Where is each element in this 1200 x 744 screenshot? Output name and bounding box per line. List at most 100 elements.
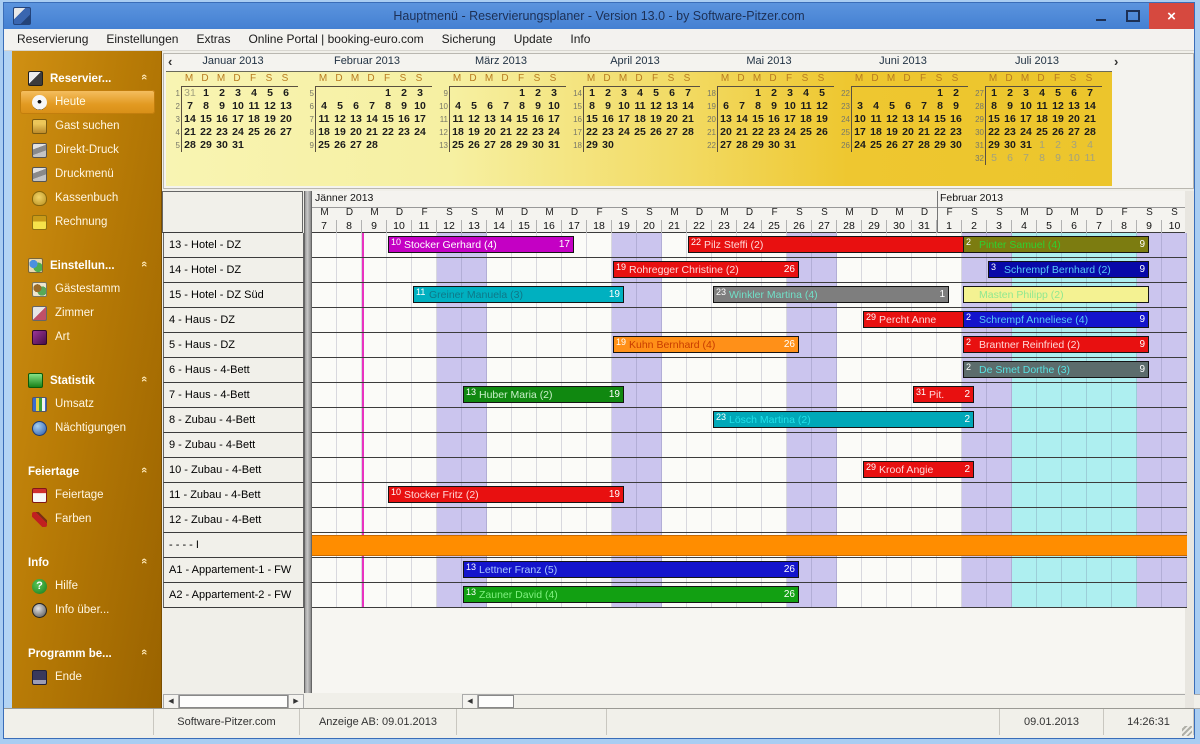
minimize-button[interactable] — [1085, 3, 1117, 29]
calendar-day[interactable]: 29 — [198, 139, 214, 152]
calendar-day[interactable]: 30 — [600, 139, 616, 152]
gantt-day-number[interactable]: 10 — [387, 220, 412, 233]
calendar-day[interactable]: 17 — [852, 126, 868, 139]
reservation-bar[interactable]: 2Schrempf Anneliese (4)9 — [963, 311, 1149, 328]
calendar-day[interactable]: 21 — [734, 126, 750, 139]
calendar-day[interactable]: 2 — [1002, 87, 1018, 100]
calendar-day[interactable]: 31 — [230, 139, 246, 152]
calendar-day[interactable]: 27 — [278, 126, 294, 139]
calendar-day[interactable]: 16 — [1002, 113, 1018, 126]
calendar-day[interactable]: 29 — [514, 139, 530, 152]
reservation-bar[interactable]: 13Zauner David (4)26 — [463, 586, 799, 603]
calendar-day[interactable]: 11 — [798, 100, 814, 113]
room-row[interactable]: A2 - Appartement-2 - FW — [163, 583, 304, 608]
calendar-day[interactable]: 23 — [600, 126, 616, 139]
calendar-day[interactable]: 12 — [332, 113, 348, 126]
reservation-bar[interactable]: 22Pilz Steffi (2)2 — [688, 236, 974, 253]
calendar-day[interactable]: 26 — [332, 139, 348, 152]
sidebar-item-farben[interactable]: Farben — [12, 507, 161, 531]
calendar-day[interactable]: 14 — [1082, 100, 1098, 113]
gantt-day-number[interactable]: 8 — [337, 220, 362, 233]
calendar-day[interactable]: 26 — [466, 139, 482, 152]
reservation-bar[interactable]: 29Percht Anne2 — [863, 311, 974, 328]
calendar-day[interactable]: 6 — [718, 100, 734, 113]
calendar-day[interactable]: 20 — [278, 113, 294, 126]
reservation-bar[interactable]: 29Kroof Angie2 — [863, 461, 974, 478]
calendar-day[interactable]: 23 — [530, 126, 546, 139]
gantt-day-number[interactable]: 12 — [437, 220, 462, 233]
room-row[interactable]: 9 - Zubau - 4-Bett — [163, 433, 304, 458]
calendar-day[interactable]: 22 — [986, 126, 1002, 139]
calendar-day[interactable]: 3 — [1066, 139, 1082, 152]
calendar-day[interactable]: 9 — [530, 100, 546, 113]
calendar-day[interactable]: 18 — [316, 126, 332, 139]
calendar-day[interactable]: 25 — [868, 139, 884, 152]
gantt-day-number[interactable]: 5 — [1037, 220, 1062, 233]
calendar-day[interactable]: 4 — [316, 100, 332, 113]
gantt-day-number[interactable]: 9 — [362, 220, 387, 233]
calendar-day[interactable]: 23 — [1002, 126, 1018, 139]
calendar-day[interactable]: 12 — [884, 113, 900, 126]
sidebar-item-heute[interactable]: Heute — [20, 90, 155, 114]
gantt-day-number[interactable]: 14 — [487, 220, 512, 233]
gantt-day-number[interactable]: 19 — [612, 220, 637, 233]
collapse-chevron-icon[interactable]: « — [138, 558, 150, 564]
gantt-day-number[interactable]: 30 — [887, 220, 912, 233]
calendar-day[interactable]: 4 — [798, 87, 814, 100]
calendar-day[interactable]: 10 — [1018, 100, 1034, 113]
calendar-day[interactable]: 21 — [364, 126, 380, 139]
reservation-bar[interactable]: 10Stocker Gerhard (4)17 — [388, 236, 574, 253]
calendar-day[interactable]: 26 — [814, 126, 830, 139]
calendar-day[interactable]: 2 — [766, 87, 782, 100]
calendar-day[interactable]: 17 — [230, 113, 246, 126]
calendar-day[interactable]: 14 — [734, 113, 750, 126]
calendar-day[interactable]: 22 — [584, 126, 600, 139]
calendar-day[interactable]: 13 — [482, 113, 498, 126]
calendar-day[interactable]: 24 — [412, 126, 428, 139]
calendar-day[interactable]: 18 — [1034, 113, 1050, 126]
calendar-day[interactable]: 4 — [246, 87, 262, 100]
calendar-day[interactable]: 16 — [396, 113, 412, 126]
gantt-row[interactable]: 10Stocker Gerhard (4)17 22Pilz Steffi (2)… — [312, 233, 1187, 258]
gantt-day-number[interactable]: 4 — [1012, 220, 1037, 233]
gantt-day-number[interactable]: 2 — [962, 220, 987, 233]
gantt-row[interactable]: 13Huber Maria (2)1931Pit.2 — [312, 383, 1187, 408]
resize-grip[interactable] — [1182, 726, 1192, 736]
sidebar-item-gast-suchen[interactable]: Gast suchen — [12, 114, 161, 138]
calendar-day[interactable]: 1 — [932, 87, 948, 100]
calendar-day[interactable]: 13 — [1066, 100, 1082, 113]
calendar-day[interactable]: 6 — [1002, 152, 1018, 165]
calendar-day[interactable]: 17 — [782, 113, 798, 126]
calendar-day[interactable]: 29 — [932, 139, 948, 152]
calendar-day[interactable]: 18 — [868, 126, 884, 139]
sidebar-header-statistik[interactable]: Statistik« — [12, 369, 161, 392]
gantt-day-number[interactable]: 23 — [712, 220, 737, 233]
calendar-day[interactable]: 10 — [852, 113, 868, 126]
calendar-day[interactable]: 8 — [932, 100, 948, 113]
calendar-day[interactable]: 23 — [396, 126, 412, 139]
calendar-day[interactable]: 27 — [664, 126, 680, 139]
calendar-day[interactable]: 2 — [530, 87, 546, 100]
calendar-day[interactable]: 24 — [852, 139, 868, 152]
gantt-day-number[interactable]: 16 — [537, 220, 562, 233]
room-scrollbar-thumb[interactable] — [179, 695, 288, 708]
menu-item-info[interactable]: Info — [561, 29, 599, 50]
calendar-day[interactable]: 7 — [1082, 87, 1098, 100]
sidebar-item-art[interactable]: Art — [12, 325, 161, 349]
calendar-day[interactable]: 14 — [916, 113, 932, 126]
sidebar-header-programm-be[interactable]: Programm be...« — [12, 642, 161, 665]
gantt-day-number[interactable]: 20 — [637, 220, 662, 233]
room-row[interactable]: 11 - Zubau - 4-Bett — [163, 483, 304, 508]
gantt-row[interactable]: 19Kuhn Bernhard (4)262Brantner Reinfried… — [312, 333, 1187, 358]
calendar-day[interactable]: 31 — [1018, 139, 1034, 152]
gantt-day-number[interactable]: 31 — [912, 220, 937, 233]
calendar-day[interactable]: 17 — [412, 113, 428, 126]
sidebar-item-zimmer[interactable]: Zimmer — [12, 301, 161, 325]
calendar-day[interactable]: 3 — [546, 87, 562, 100]
calendar-day[interactable]: 6 — [664, 87, 680, 100]
calendar-day[interactable]: 27 — [482, 139, 498, 152]
gantt-row[interactable]: 29Percht Anne22Schrempf Anneliese (4)9 — [312, 308, 1187, 333]
collapse-chevron-icon[interactable]: « — [138, 261, 150, 267]
calendar-day[interactable]: 1 — [986, 87, 1002, 100]
calendar-day[interactable]: 16 — [600, 113, 616, 126]
